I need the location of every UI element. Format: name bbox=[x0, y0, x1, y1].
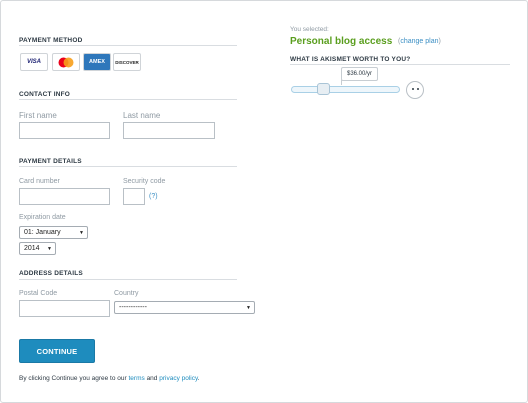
card-number-label: Card number bbox=[19, 178, 60, 185]
expiration-month-value: 01: January bbox=[24, 229, 61, 236]
price-slider-track[interactable] bbox=[291, 86, 400, 93]
terms-and: and bbox=[146, 375, 158, 382]
card-number-field[interactable] bbox=[19, 188, 110, 205]
dropdown-arrow-icon: ▼ bbox=[47, 246, 52, 252]
divider bbox=[19, 45, 237, 46]
first-name-label: First name bbox=[19, 111, 57, 120]
divider bbox=[19, 99, 237, 100]
security-code-field[interactable] bbox=[123, 188, 145, 205]
first-name-field[interactable] bbox=[19, 122, 110, 139]
continue-button[interactable]: CONTINUE bbox=[19, 339, 95, 363]
change-plan-link[interactable]: change plan bbox=[400, 38, 438, 45]
price-tooltip: $36.00/yr bbox=[341, 67, 378, 81]
country-value: ------------ bbox=[119, 304, 147, 311]
payment-method-heading: PAYMENT METHOD bbox=[19, 37, 83, 44]
expiration-year-select[interactable]: 2014 ▼ bbox=[19, 242, 56, 255]
address-details-heading: ADDRESS DETAILS bbox=[19, 270, 83, 277]
last-name-field[interactable] bbox=[123, 122, 215, 139]
discover-icon: DISCOVER bbox=[113, 53, 141, 71]
divider bbox=[290, 64, 510, 65]
security-code-help-link[interactable]: (?) bbox=[149, 193, 158, 200]
dropdown-arrow-icon: ▼ bbox=[79, 230, 84, 236]
face-icon bbox=[406, 81, 424, 99]
payment-details-heading: PAYMENT DETAILS bbox=[19, 158, 82, 165]
postal-code-field[interactable] bbox=[19, 300, 110, 317]
price-slider-handle[interactable] bbox=[317, 83, 330, 95]
dropdown-arrow-icon: ▼ bbox=[246, 305, 251, 311]
change-plan: (change plan) bbox=[398, 38, 441, 45]
security-code-label: Security code bbox=[123, 178, 166, 185]
expiration-date-label: Expiration date bbox=[19, 214, 66, 221]
contact-info-heading: CONTACT INFO bbox=[19, 91, 71, 98]
face-eye bbox=[412, 88, 414, 90]
amex-icon: AMEX bbox=[83, 53, 111, 71]
expiration-month-select[interactable]: 01: January ▼ bbox=[19, 226, 88, 239]
change-plan-close: ) bbox=[438, 38, 441, 45]
terms-period: . bbox=[197, 375, 200, 382]
terms-prefix: By clicking Continue you agree to our bbox=[19, 375, 127, 382]
mastercard-icon bbox=[52, 53, 80, 71]
terms-text: By clicking Continue you agree to our te… bbox=[19, 375, 200, 382]
akismet-worth-heading: WHAT IS AKISMET WORTH TO YOU? bbox=[290, 56, 411, 63]
privacy-policy-link[interactable]: privacy policy bbox=[159, 375, 198, 382]
you-selected-label: You selected: bbox=[290, 26, 329, 33]
divider bbox=[19, 279, 237, 280]
divider bbox=[19, 166, 237, 167]
postal-code-label: Postal Code bbox=[19, 290, 58, 297]
plan-name: Personal blog access bbox=[290, 36, 393, 47]
last-name-label: Last name bbox=[123, 111, 161, 120]
expiration-year-value: 2014 bbox=[24, 245, 40, 252]
mastercard-logo bbox=[58, 57, 74, 67]
price-tooltip-tail bbox=[341, 80, 342, 85]
country-label: Country bbox=[114, 290, 139, 297]
visa-icon: VISA bbox=[20, 53, 48, 71]
country-select[interactable]: ------------ ▼ bbox=[114, 301, 255, 314]
face-eye bbox=[417, 88, 419, 90]
terms-link[interactable]: terms bbox=[129, 375, 145, 382]
